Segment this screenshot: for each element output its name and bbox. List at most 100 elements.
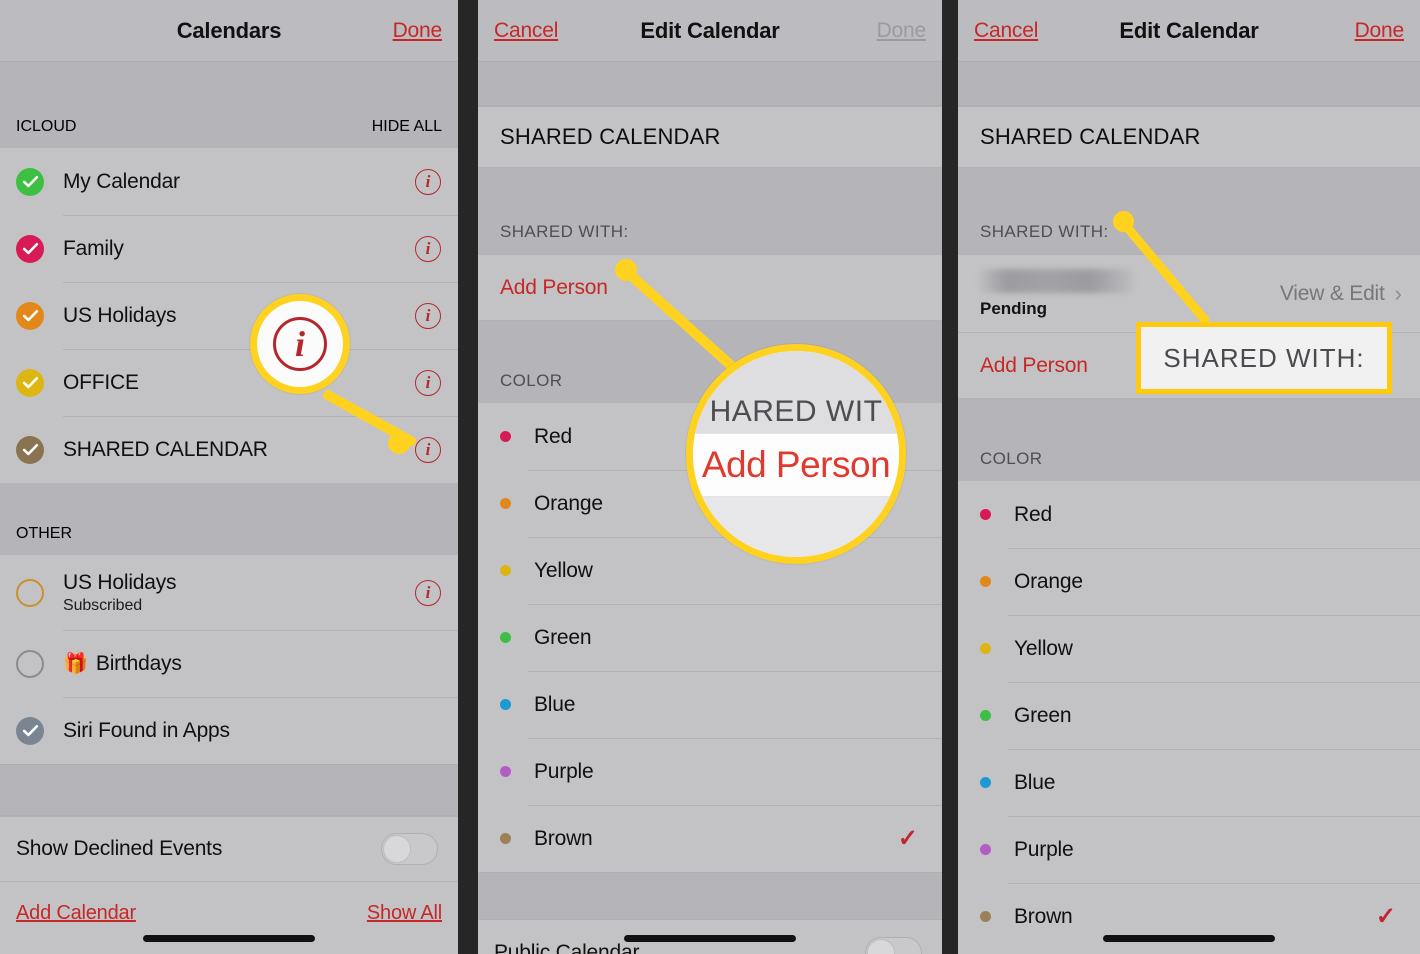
show-all-link[interactable]: Show All — [367, 902, 442, 925]
show-declined-events-row[interactable]: Show Declined Events — [0, 816, 458, 882]
add-calendar-link[interactable]: Add Calendar — [16, 902, 136, 925]
section-gap — [958, 62, 1420, 106]
show-declined-events-label: Show Declined Events — [16, 837, 223, 860]
list-item[interactable]: OFFICE i — [0, 349, 458, 416]
color-dot-icon — [500, 431, 511, 442]
checkbox-checked-icon[interactable] — [16, 167, 44, 196]
list-item[interactable]: US Holidays i — [0, 282, 458, 349]
shared-with-label: SHARED WITH: — [500, 222, 629, 241]
done-button[interactable]: Done — [877, 19, 927, 43]
home-indicator — [1103, 935, 1275, 942]
calendar-name-row[interactable]: SHARED CALENDAR — [478, 106, 942, 168]
color-dot-icon — [500, 833, 511, 844]
list-item-sublabel: Subscribed — [63, 596, 143, 614]
info-icon[interactable]: i — [415, 302, 441, 329]
color-option-orange[interactable]: Orange — [478, 470, 942, 537]
color-dot-icon — [980, 509, 991, 520]
color-dot-icon — [980, 911, 991, 922]
section-gap — [0, 764, 458, 816]
list-item-label: Family — [63, 236, 124, 260]
color-label: Brown — [534, 826, 593, 850]
color-option-blue[interactable]: Blue — [478, 671, 942, 738]
calendar-name-row[interactable]: SHARED CALENDAR — [958, 106, 1420, 168]
color-option-green[interactable]: Green — [478, 604, 942, 671]
color-option-purple[interactable]: Purple — [958, 816, 1420, 883]
navbar-edit-calendar: Cancel Edit Calendar Done — [958, 0, 1420, 62]
checkbox-checked-icon[interactable] — [16, 716, 44, 745]
color-label: Green — [534, 625, 592, 649]
list-item-label: SHARED CALENDAR — [63, 437, 268, 461]
show-declined-events-toggle[interactable] — [381, 833, 438, 865]
color-dot-icon — [980, 643, 991, 654]
section-label-icloud: ICLOUD — [16, 118, 77, 135]
section-gap — [478, 62, 942, 106]
color-label: Purple — [534, 759, 594, 783]
hide-all-button[interactable]: HIDE ALL — [372, 118, 442, 136]
color-section-label: COLOR — [980, 449, 1043, 468]
navbar-calendars: Calendars Done — [0, 0, 458, 62]
color-dot-icon — [980, 576, 991, 587]
list-item-label: US Holidays — [63, 570, 177, 594]
list-item[interactable]: Siri Found in Apps — [0, 697, 458, 764]
color-label: Orange — [1014, 569, 1083, 593]
checkbox-checked-icon[interactable] — [16, 435, 44, 464]
info-icon[interactable]: i — [415, 579, 441, 606]
list-item[interactable]: SHARED CALENDAR i — [0, 416, 458, 483]
permission-label: View & Edit — [1279, 281, 1385, 305]
list-item[interactable]: US Holidays Subscribed i — [0, 555, 458, 630]
checkbox-checked-icon[interactable] — [16, 368, 44, 397]
color-option-purple[interactable]: Purple — [478, 738, 942, 805]
shared-with-label: SHARED WITH: — [980, 222, 1109, 241]
list-item-label: Siri Found in Apps — [63, 718, 230, 742]
person-permission[interactable]: View & Edit › — [1280, 282, 1402, 306]
color-option-yellow[interactable]: Yellow — [958, 615, 1420, 682]
checkbox-checked-icon[interactable] — [16, 234, 44, 263]
color-option-yellow[interactable]: Yellow — [478, 537, 942, 604]
add-person-row[interactable]: Add Person — [478, 254, 942, 321]
public-calendar-label: Public Calendar — [494, 940, 640, 954]
page-title: Edit Calendar — [640, 17, 780, 43]
list-item-label: OFFICE — [63, 370, 139, 394]
add-person-label: Add Person — [980, 353, 1088, 377]
other-calendar-list: US Holidays Subscribed i 🎁 Birthdays Sir… — [0, 555, 458, 764]
info-icon[interactable]: i — [415, 369, 441, 396]
list-item[interactable]: Family i — [0, 215, 458, 282]
checkbox-unchecked-icon[interactable] — [16, 578, 44, 607]
toggle-knob — [383, 835, 411, 863]
color-label: Green — [1014, 703, 1072, 727]
color-label: Yellow — [534, 558, 593, 582]
color-label: Orange — [534, 491, 603, 515]
color-label: Red — [1014, 502, 1052, 526]
info-icon[interactable]: i — [415, 235, 441, 262]
color-option-green[interactable]: Green — [958, 682, 1420, 749]
list-item[interactable]: My Calendar i — [0, 148, 458, 215]
color-dot-icon — [980, 777, 991, 788]
section-gap — [478, 872, 942, 920]
color-dot-icon — [980, 710, 991, 721]
color-option-blue[interactable]: Blue — [958, 749, 1420, 816]
public-calendar-toggle[interactable] — [865, 936, 922, 954]
color-option-red[interactable]: Red — [958, 481, 1420, 548]
home-indicator — [143, 935, 315, 942]
page-title: Edit Calendar — [1119, 17, 1259, 43]
section-label-other: OTHER — [16, 525, 72, 542]
list-item[interactable]: 🎁 Birthdays — [0, 630, 458, 697]
info-icon-shared-calendar[interactable]: i — [415, 436, 441, 463]
list-item-label: Birthdays — [95, 651, 182, 675]
add-person-row[interactable]: Add Person — [958, 332, 1420, 399]
color-option-brown[interactable]: Brown ✓ — [478, 805, 942, 872]
checkbox-unchecked-icon[interactable] — [16, 649, 44, 678]
color-option-red[interactable]: Red — [478, 403, 942, 470]
person-status-badge: Pending — [980, 298, 1048, 318]
info-icon[interactable]: i — [415, 168, 441, 195]
done-button[interactable]: Done — [1355, 19, 1405, 43]
screenshot-stage: Calendars Done ICLOUD HIDE ALL My Calend… — [0, 0, 1420, 954]
chevron-right-icon: › — [1394, 280, 1402, 306]
checkbox-checked-icon[interactable] — [16, 301, 44, 330]
selected-checkmark-icon: ✓ — [1375, 902, 1396, 930]
color-dot-icon — [500, 565, 511, 576]
done-button[interactable]: Done — [393, 19, 443, 43]
color-label: Yellow — [1014, 636, 1073, 660]
color-option-orange[interactable]: Orange — [958, 548, 1420, 615]
shared-person-row[interactable]: Pending View & Edit › — [958, 254, 1420, 332]
